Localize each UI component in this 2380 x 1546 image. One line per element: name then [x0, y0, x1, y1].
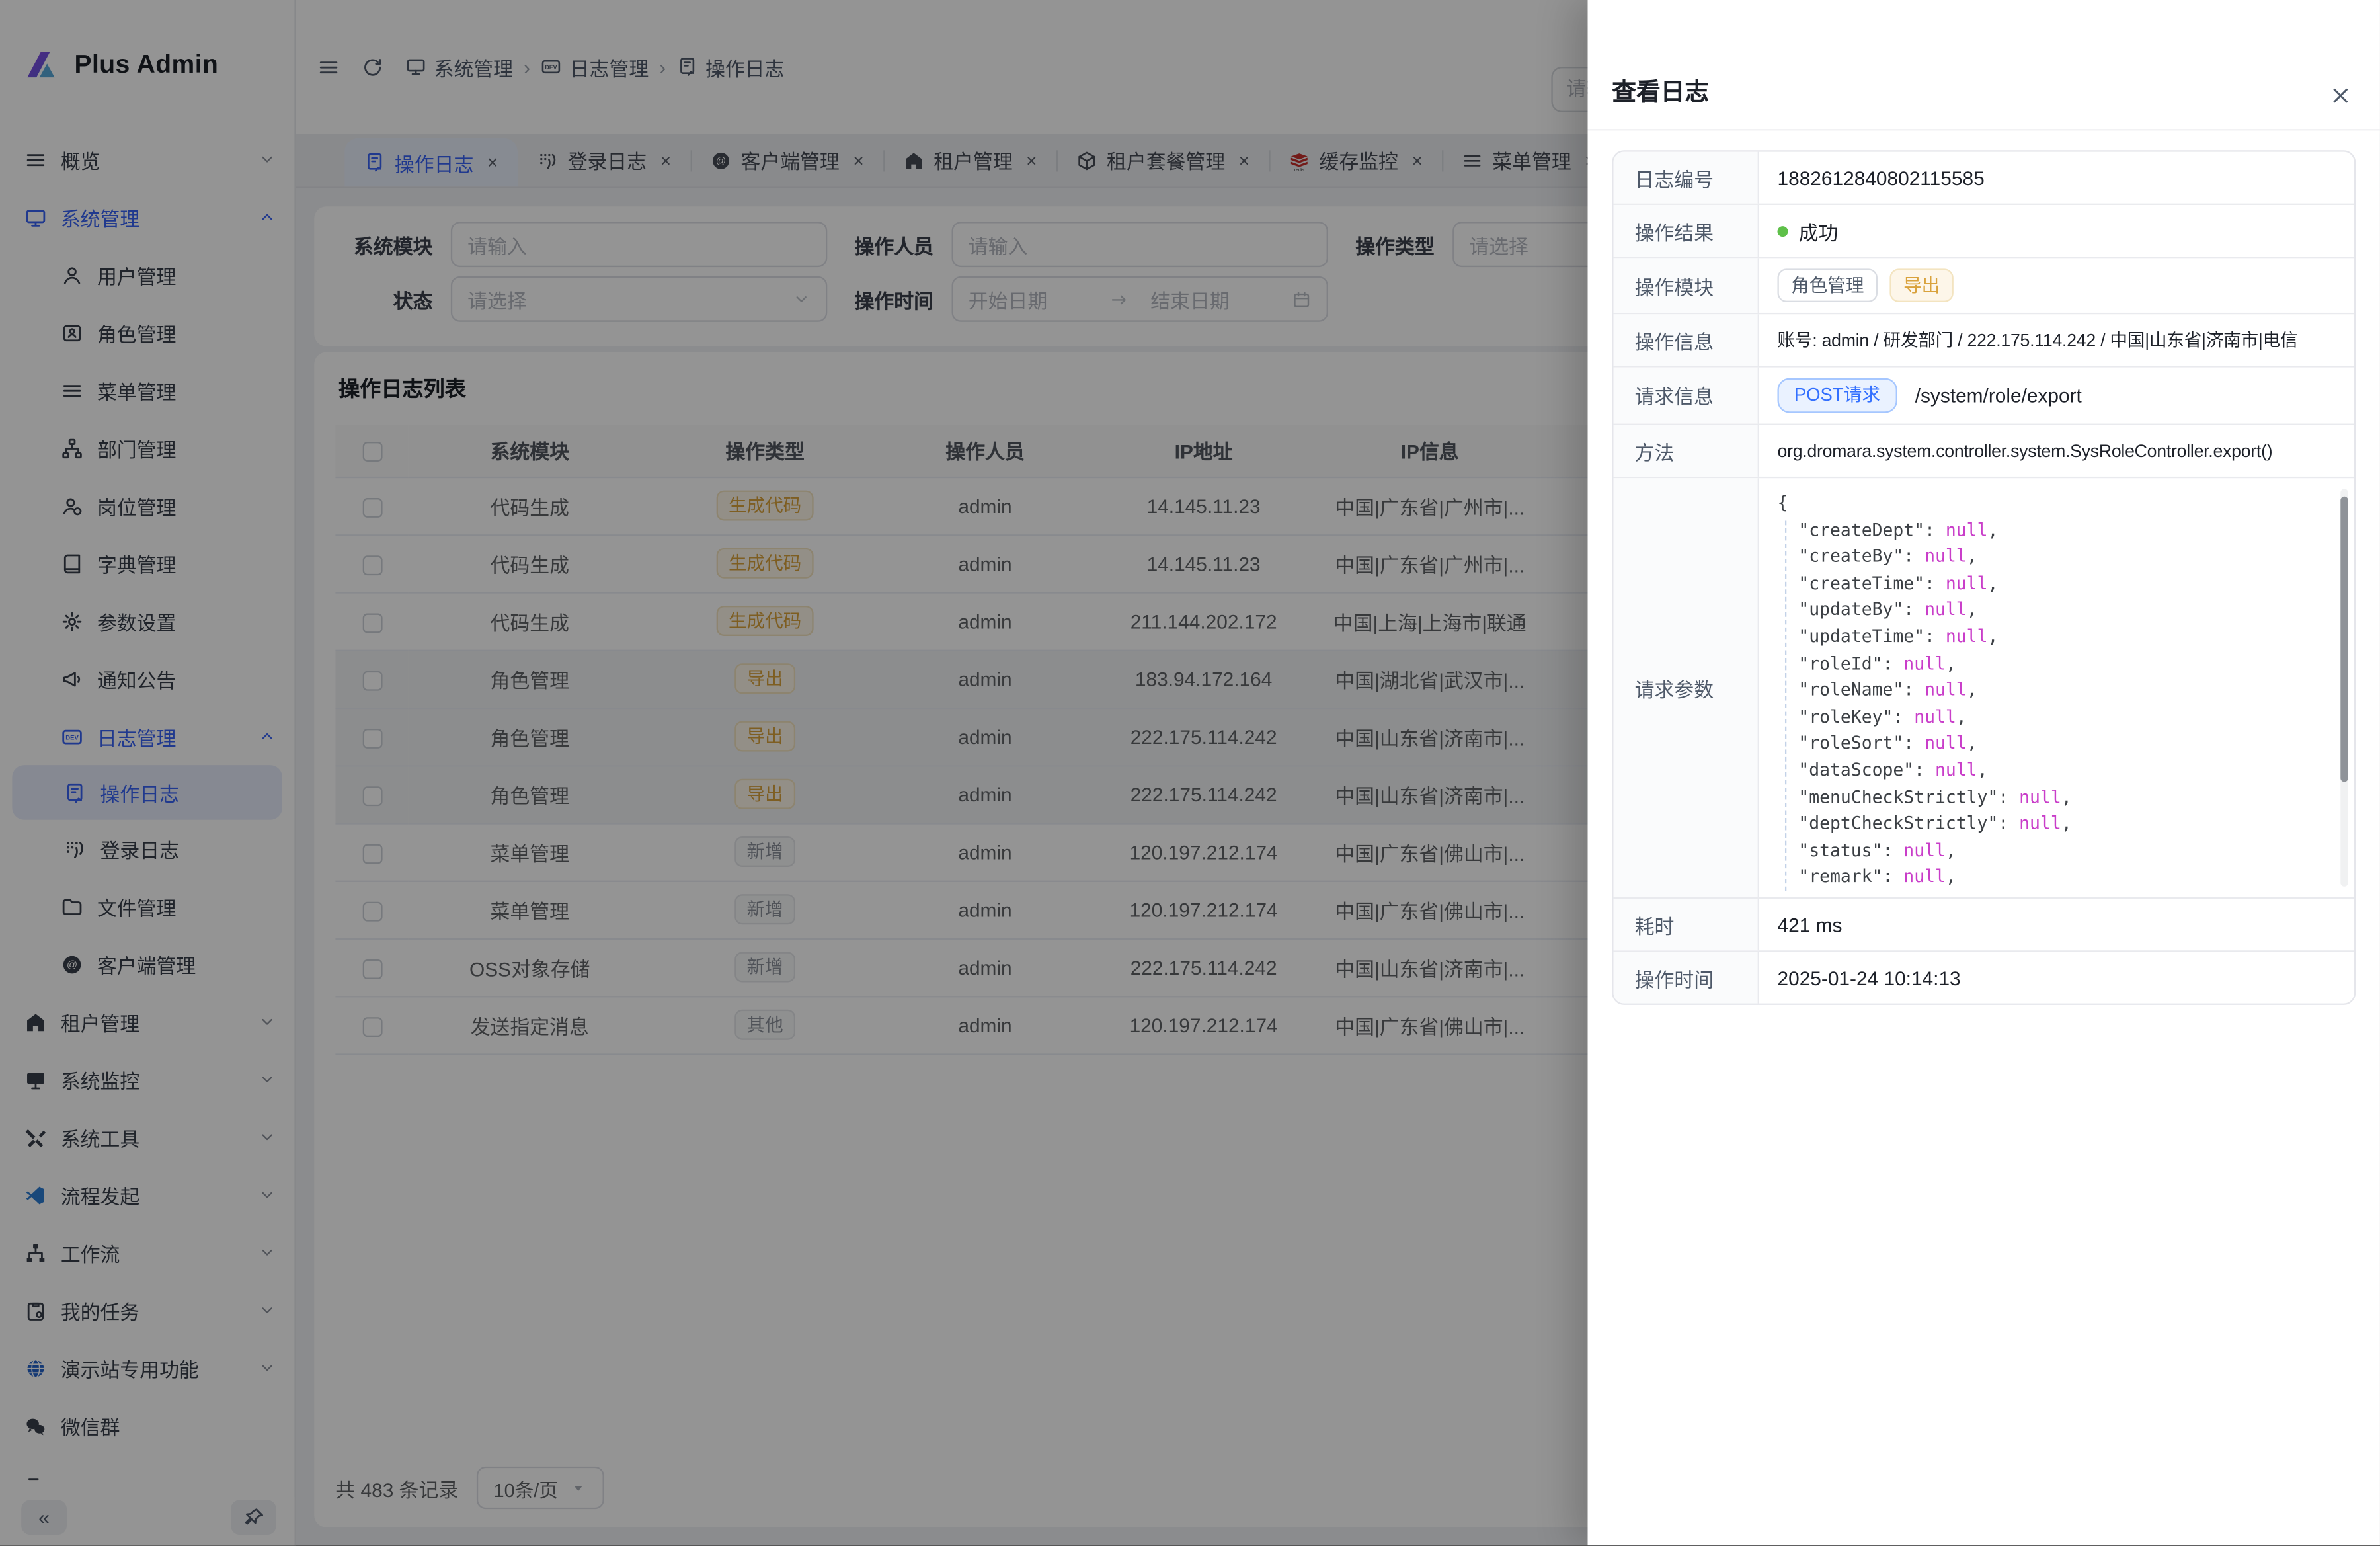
- detail-row-cost: 耗时 421 ms: [1614, 899, 2354, 952]
- detail-row-method: 方法 org.dromara.system.controller.system.…: [1614, 425, 2354, 478]
- module-tag: 角色管理: [1777, 268, 1878, 302]
- post-request-badge: POST请求: [1777, 378, 1897, 413]
- module-action-tag: 导出: [1889, 268, 1953, 302]
- code-scrollbar-thumb[interactable]: [2340, 497, 2348, 782]
- log-detail-table: 日志编号 1882612840802115585 操作结果 成功 操作模块 角色…: [1612, 150, 2356, 1005]
- view-log-drawer: 查看日志 日志编号 1882612840802115585 操作结果 成功 操作…: [1588, 0, 2380, 1546]
- indent-guide: [1785, 520, 1786, 891]
- cost-value: 421 ms: [1759, 899, 2354, 950]
- json-code: { "createDept": null, "createBy": null, …: [1777, 491, 2332, 891]
- detail-row-module: 操作模块 角色管理 导出: [1614, 258, 2354, 314]
- request-path-value: /system/role/export: [1915, 384, 2082, 407]
- detail-row-log-id: 日志编号 1882612840802115585: [1614, 152, 2354, 205]
- detail-row-params: 请求参数 { "createDept": null, "createBy": n…: [1614, 478, 2354, 899]
- request-params-code-block[interactable]: { "createDept": null, "createBy": null, …: [1759, 478, 2354, 897]
- drawer-header: 查看日志: [1588, 0, 2380, 130]
- app-root: Plus Admin 概览系统管理用户管理角色管理菜单管理部门管理岗位管理字典管…: [0, 0, 2380, 1546]
- detail-row-result: 操作结果 成功: [1614, 205, 2354, 258]
- detail-row-time: 操作时间 2025-01-24 10:14:13: [1614, 952, 2354, 1004]
- success-dot-icon: [1777, 225, 1788, 236]
- time-value: 2025-01-24 10:14:13: [1759, 952, 2354, 1004]
- detail-row-request: 请求信息 POST请求 /system/role/export: [1614, 368, 2354, 425]
- close-icon[interactable]: [2328, 83, 2353, 108]
- result-value: 成功: [1799, 216, 1839, 245]
- drawer-title: 查看日志: [1612, 71, 1709, 108]
- detail-row-info: 操作信息 账号: admin / 研发部门 / 222.175.114.242 …: [1614, 314, 2354, 367]
- operation-info-value: 账号: admin / 研发部门 / 222.175.114.242 / 中国|…: [1759, 314, 2354, 366]
- log-id-value: 1882612840802115585: [1759, 152, 2354, 204]
- method-value: org.dromara.system.controller.system.Sys…: [1759, 425, 2354, 477]
